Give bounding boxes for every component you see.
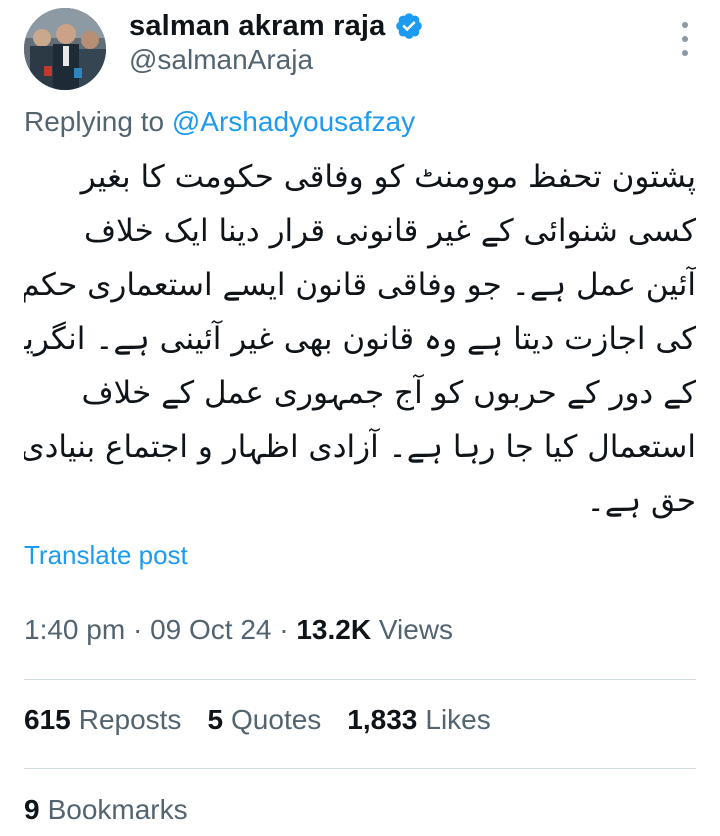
views-label: Views (378, 614, 454, 645)
quotes-stat[interactable]: 5 Quotes (207, 704, 321, 736)
avatar[interactable] (24, 8, 106, 90)
tweet-text-line: آئین عمل ہے۔ جو وفاقی قانون ایسے استعمار… (24, 267, 696, 303)
verified-badge-icon (395, 13, 422, 39)
tweet-text-line: استعمال کیا جا رہا ہے۔ آزادی اظہار و اجت… (24, 429, 696, 465)
author-handle[interactable]: @salmanAraja (129, 44, 313, 76)
post-time[interactable]: 1:40 pm (24, 614, 125, 645)
quotes-count: 5 (207, 704, 224, 735)
tweet-text-line: کی اجازت دیتا ہے وہ قانون بھی غیر آئینی … (24, 321, 696, 357)
tweet-detail: salman akram raja @salmanAraja Replying … (0, 0, 720, 836)
divider (24, 768, 696, 769)
tweet-text-line: حق ہے۔ (586, 483, 696, 519)
meta-separator: · (132, 614, 143, 645)
tweet-text-line: کے دور کے حربوں کو آج جمہوری عمل کے خلاف (81, 375, 696, 411)
translate-post-link[interactable]: Translate post (24, 540, 188, 571)
bookmarks-stat[interactable]: 9 Bookmarks (24, 794, 188, 826)
tweet-meta: 1:40 pm · 09 Oct 24 · 13.2K Views (24, 614, 453, 646)
quotes-label: Quotes (231, 704, 322, 735)
tweet-text: پشتون تحفظ موومنٹ کو وفاقی حکومت کا بغیر… (24, 150, 696, 528)
divider (24, 679, 696, 680)
replying-to-label: Replying to (24, 106, 165, 137)
reposts-count: 615 (24, 704, 71, 735)
likes-label: Likes (425, 704, 491, 735)
replying-to: Replying to @Arshadyousafzay (24, 106, 415, 138)
reposts-label: Reposts (78, 704, 182, 735)
bookmarks-label: Bookmarks (47, 794, 188, 825)
tweet-text-line: کسی شنوائی کے غیر قانونی قرار دینا ایک خ… (84, 213, 696, 249)
reply-mention-link[interactable]: @Arshadyousafzay (172, 106, 415, 137)
likes-stat[interactable]: 1,833 Likes (347, 704, 490, 736)
reposts-stat[interactable]: 615 Reposts (24, 704, 181, 736)
meta-separator: · (279, 614, 289, 645)
likes-count: 1,833 (347, 704, 418, 735)
author-name-row: salman akram raja (129, 6, 424, 46)
views-count: 13.2K (296, 614, 372, 645)
engagement-stats: 615 Reposts 5 Quotes 1,833 Likes (24, 704, 491, 736)
more-options-icon[interactable] (678, 22, 692, 56)
author-name[interactable]: salman akram raja (129, 10, 386, 43)
post-date[interactable]: 09 Oct 24 (150, 614, 271, 645)
bookmarks-count: 9 (24, 794, 40, 825)
tweet-text-line: پشتون تحفظ موومنٹ کو وفاقی حکومت کا بغیر (80, 159, 696, 195)
